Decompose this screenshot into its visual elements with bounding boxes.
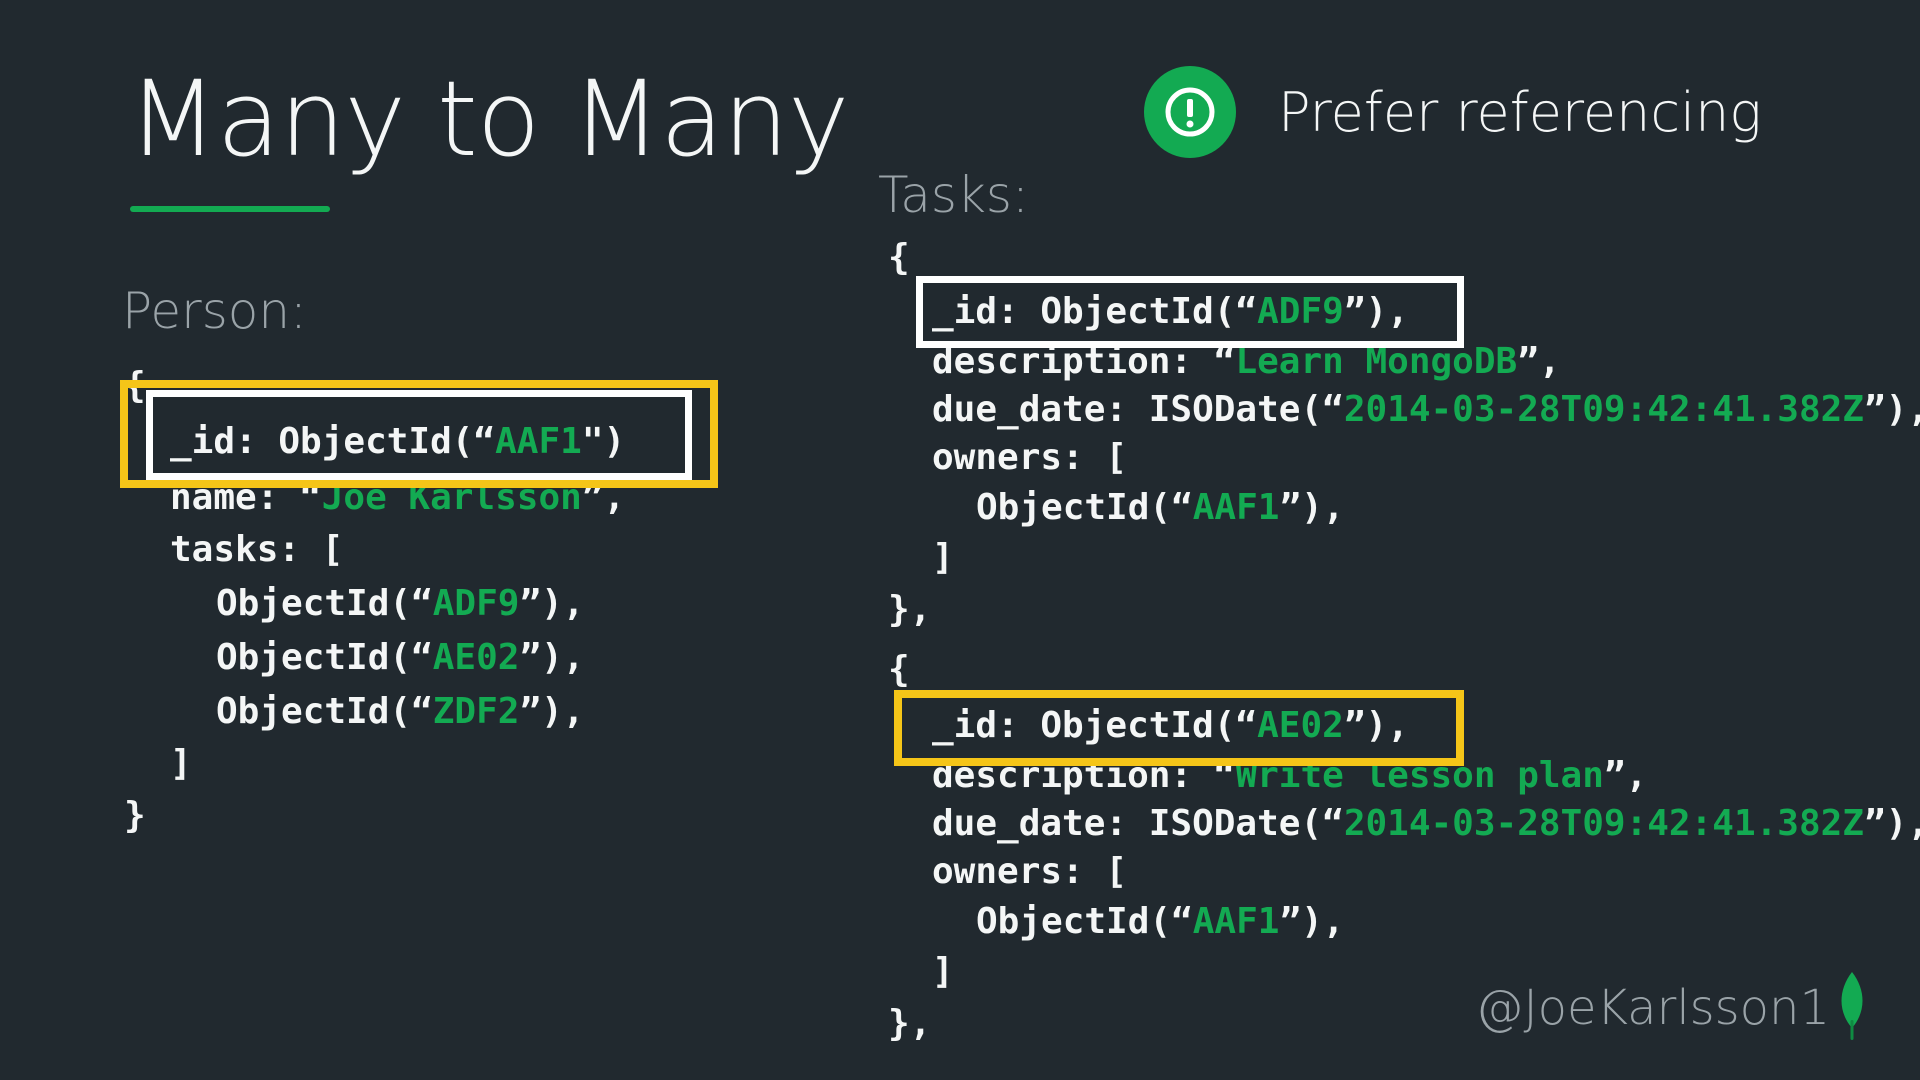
- exclamation-circle-icon: [1144, 66, 1236, 158]
- tasks-code: { _id: ObjectId(“ADF9”), description: “L…: [0, 0, 1920, 1042]
- task-id-highlight-white: [916, 276, 1464, 348]
- task-owners-close: ]: [932, 951, 954, 992]
- mongodb-leaf-icon: [1834, 970, 1870, 1046]
- person-id-highlight-white: [146, 390, 692, 480]
- slide-title: Many to Many: [128, 58, 849, 180]
- task-owners-key: owners: [: [932, 851, 1128, 892]
- callout: Prefer referencing: [1144, 66, 1762, 158]
- task-owner-ref: ObjectId(“AAF1”),: [976, 901, 1345, 942]
- task-owners-key: owners: [: [932, 437, 1128, 478]
- task-close-brace: },: [888, 1003, 932, 1044]
- person-tasks-close: ]: [170, 743, 192, 784]
- task-id-highlight-yellow: [894, 690, 1464, 766]
- person-task-ref: ObjectId(“AE02”),: [216, 637, 585, 678]
- person-tasks-key: tasks: [: [170, 529, 344, 570]
- author-handle: @JoeKarlsson1: [1475, 980, 1830, 1036]
- person-task-ref: ObjectId(“ADF9”),: [216, 583, 585, 624]
- task-owner-ref: ObjectId(“AAF1”),: [976, 487, 1345, 528]
- title-underline: [130, 206, 330, 212]
- task-open-brace: {: [888, 649, 910, 690]
- task-open-brace: {: [888, 237, 910, 278]
- task-owners-close: ]: [932, 537, 954, 578]
- callout-text: Prefer referencing: [1278, 80, 1762, 144]
- task-close-brace: },: [888, 589, 932, 630]
- task-due-date-line: due_date: ISODate(“2014-03-28T09:42:41.3…: [932, 803, 1920, 844]
- tasks-label: Tasks:: [878, 166, 1029, 224]
- person-task-ref: ObjectId(“ZDF2”),: [216, 691, 585, 732]
- task-due-date-line: due_date: ISODate(“2014-03-28T09:42:41.3…: [932, 389, 1920, 430]
- person-close-brace: }: [124, 795, 146, 836]
- person-label: Person:: [122, 282, 307, 340]
- task-description-line: description: “Learn MongoDB”,: [932, 341, 1561, 382]
